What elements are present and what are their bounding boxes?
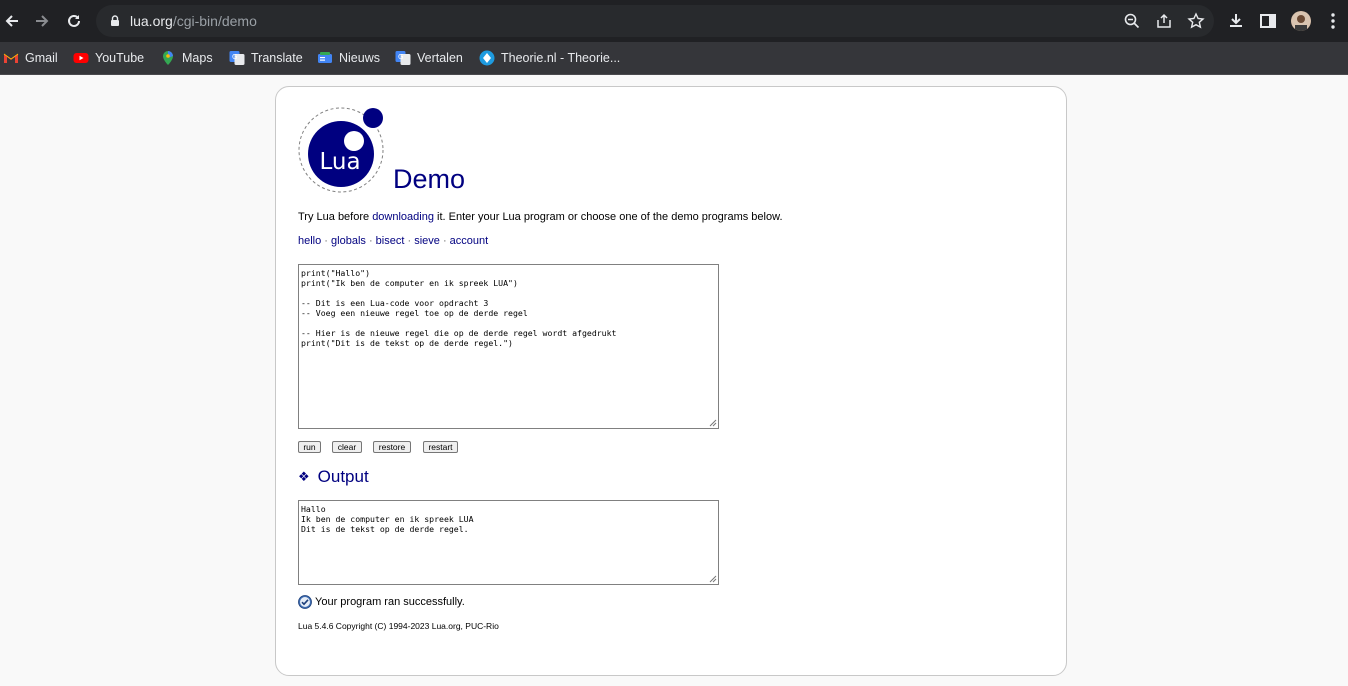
bookmark-nieuws[interactable]: Nieuws (317, 49, 380, 67)
demo-links: hello · globals · bisect · sieve · accou… (298, 235, 489, 247)
demo-link-bisect[interactable]: bisect (376, 235, 405, 247)
avatar-icon (1291, 11, 1311, 31)
bookmark-label: Nieuws (339, 51, 380, 65)
side-panel-icon[interactable] (1258, 11, 1278, 31)
reload-button[interactable] (62, 9, 86, 33)
bookmark-theorie[interactable]: Theorie.nl - Theorie... (479, 49, 620, 67)
code-editor[interactable]: print("Hallo") print("Ik ben de computer… (298, 264, 719, 429)
svg-text:Lua: Lua (319, 149, 360, 175)
resize-handle-icon[interactable] (709, 575, 717, 583)
arrow-right-icon (36, 15, 49, 27)
demo-card: Lua Demo Try Lua before downloading it. … (275, 86, 1067, 676)
bookmark-gmail[interactable]: Gmail (3, 49, 58, 67)
share-icon[interactable] (1155, 12, 1173, 30)
bookmarks-bar: Gmail YouTube Maps G Translate Nieuws G … (0, 42, 1348, 75)
output-heading: ❖ Output (298, 467, 369, 487)
restore-button[interactable]: restore (373, 441, 411, 453)
bookmark-label: Gmail (25, 51, 58, 65)
bookmark-vertalen[interactable]: G Vertalen (395, 49, 463, 67)
output-text: Hallo Ik ben de computer en ik spreek LU… (301, 504, 474, 534)
translate-icon: G (229, 51, 245, 65)
page-content: Lua Demo Try Lua before downloading it. … (0, 75, 1348, 686)
bookmark-label: Vertalen (417, 51, 463, 65)
address-bar[interactable]: lua.org/cgi-bin/demo (96, 5, 1214, 37)
resize-handle-icon[interactable] (709, 419, 717, 427)
bookmark-label: Maps (182, 51, 213, 65)
news-icon (318, 52, 332, 63)
page-title: Demo (393, 164, 466, 194)
bookmark-maps[interactable]: Maps (160, 49, 213, 67)
theorie-icon (479, 50, 495, 66)
clear-button[interactable]: clear (332, 441, 362, 453)
reload-icon (68, 14, 80, 27)
translate-icon: G (395, 51, 411, 65)
back-button[interactable] (0, 9, 24, 33)
zoom-icon[interactable] (1123, 12, 1141, 30)
bookmark-label: Translate (251, 51, 303, 65)
menu-kebab-icon[interactable] (1323, 11, 1343, 31)
lock-icon (111, 15, 119, 26)
output-box[interactable]: Hallo Ik ben de computer en ik spreek LU… (298, 500, 719, 585)
restart-button[interactable]: restart (423, 441, 458, 453)
intro-text: Try Lua before downloading it. Enter you… (298, 211, 783, 223)
diamond-icon: ❖ (298, 469, 310, 484)
check-circle-icon (298, 595, 312, 609)
maps-icon (163, 51, 173, 65)
output-heading-label: Output (317, 467, 369, 486)
demo-link-sieve[interactable]: sieve (414, 235, 440, 247)
bookmark-label: YouTube (95, 51, 145, 65)
gmail-icon (3, 53, 19, 63)
status-message: Your program ran successfully. (298, 595, 465, 609)
lua-logo: Lua (298, 107, 384, 193)
profile-avatar[interactable] (1291, 11, 1311, 31)
youtube-icon (73, 53, 89, 63)
svg-text:G: G (398, 53, 403, 61)
download-icon[interactable] (1226, 11, 1246, 31)
bookmark-star-icon[interactable] (1187, 12, 1205, 30)
downloading-link[interactable]: downloading (372, 211, 434, 223)
browser-toolbar: lua.org/cgi-bin/demo (0, 0, 1348, 42)
demo-link-hello[interactable]: hello (298, 235, 321, 247)
svg-text:G: G (232, 53, 237, 61)
bookmark-label: Theorie.nl - Theorie... (501, 51, 621, 65)
code-text: print("Hallo") print("Ik ben de computer… (301, 268, 617, 348)
demo-link-globals[interactable]: globals (331, 235, 366, 247)
arrow-left-icon (5, 15, 18, 27)
demo-link-account[interactable]: account (450, 235, 489, 247)
run-button[interactable]: run (298, 441, 321, 453)
bookmark-translate[interactable]: G Translate (229, 49, 303, 67)
copyright-footer: Lua 5.4.6 Copyright (C) 1994-2023 Lua.or… (298, 621, 499, 631)
bookmark-youtube[interactable]: YouTube (73, 49, 144, 67)
url-text: lua.org/cgi-bin/demo (130, 13, 257, 29)
forward-button[interactable] (30, 9, 54, 33)
status-text: Your program ran successfully. (315, 596, 465, 608)
